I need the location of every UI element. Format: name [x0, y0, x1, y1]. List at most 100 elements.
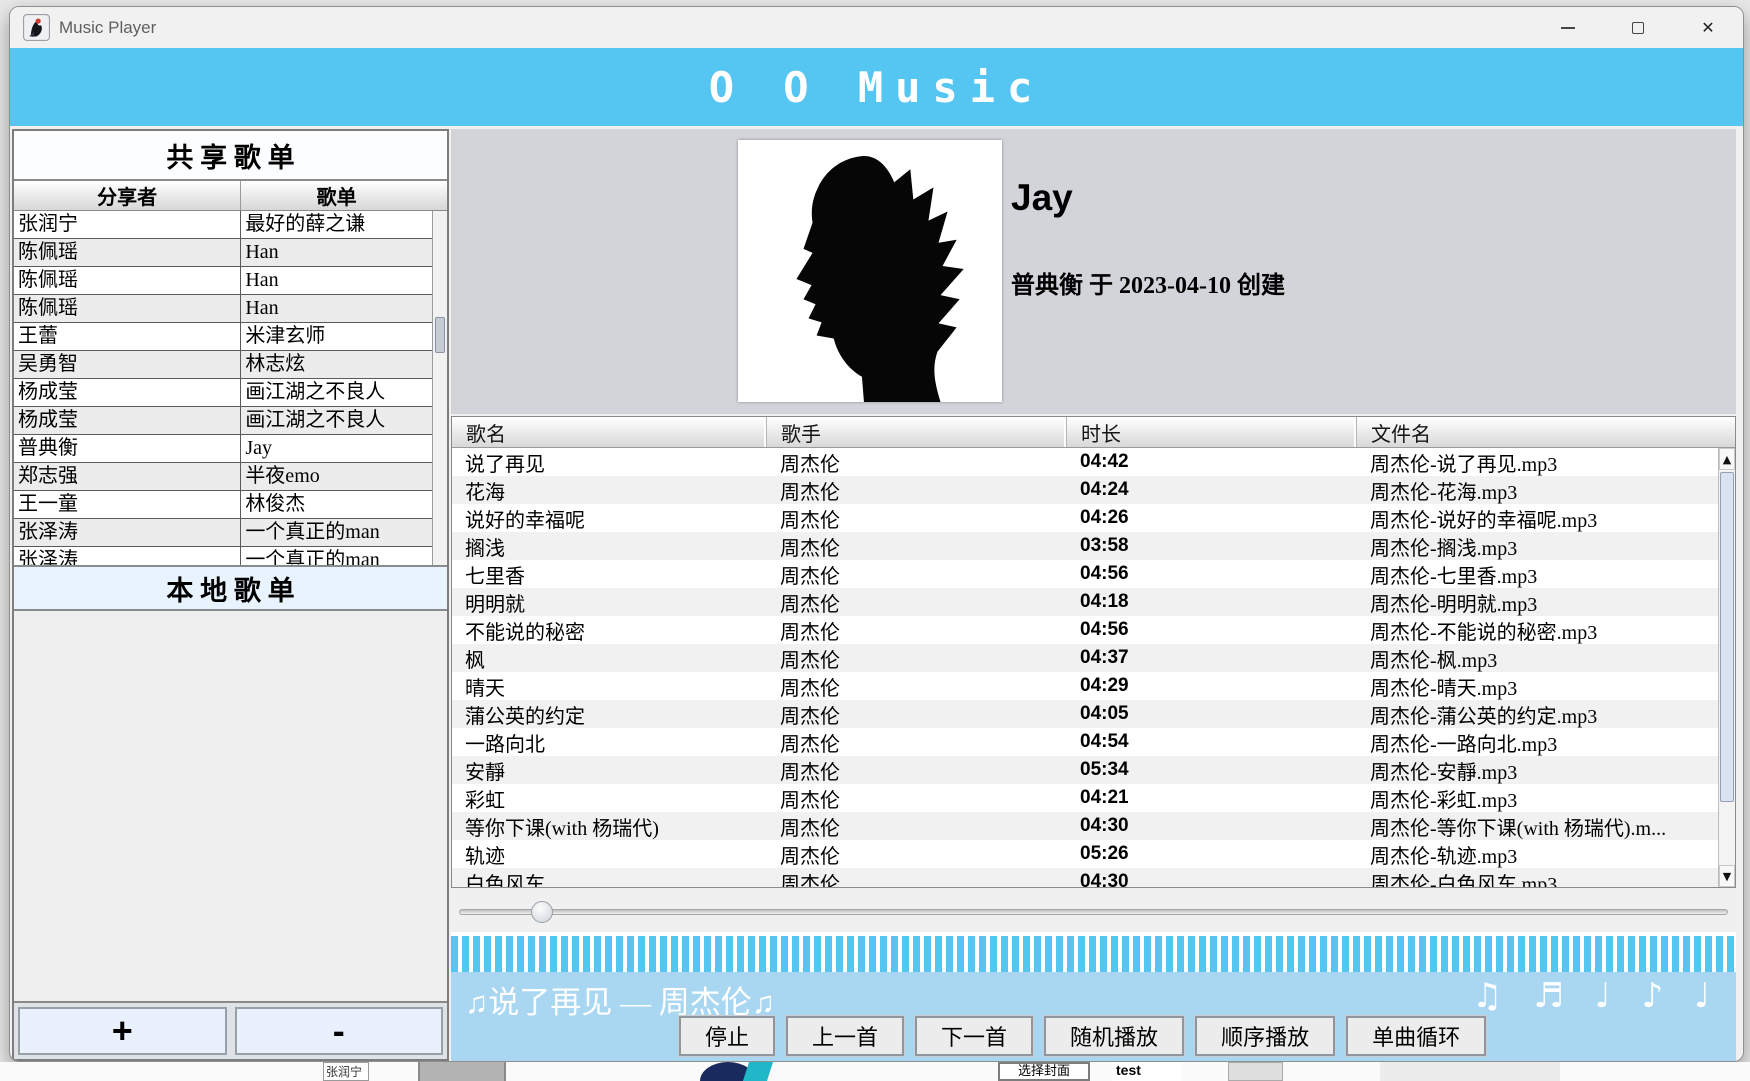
- song-name-cell[interactable]: 不能说的秘密: [452, 616, 767, 645]
- shared-playlist-row[interactable]: 王蕾 米津玄师: [14, 323, 447, 351]
- duration-cell[interactable]: 03:58: [1067, 535, 1357, 557]
- filename-cell[interactable]: 周杰伦-白色风车.mp3: [1357, 868, 1735, 888]
- playlist-name[interactable]: 最好的薛之谦: [241, 211, 447, 238]
- playlist-name[interactable]: Han: [241, 267, 447, 294]
- shared-playlist-row[interactable]: 杨成莹 画江湖之不良人: [14, 407, 447, 435]
- artist-cell[interactable]: 周杰伦: [767, 756, 1067, 785]
- filename-cell[interactable]: 周杰伦-轨迹.mp3: [1357, 840, 1735, 869]
- artist-cell[interactable]: 周杰伦: [767, 532, 1067, 561]
- filename-cell[interactable]: 周杰伦-一路向北.mp3: [1357, 728, 1735, 757]
- column-header-filename[interactable]: 文件名: [1357, 417, 1735, 447]
- duration-cell[interactable]: 04:18: [1067, 591, 1357, 613]
- song-name-cell[interactable]: 说了再见: [452, 448, 767, 477]
- artist-cell[interactable]: 周杰伦: [767, 476, 1067, 505]
- artist-cell[interactable]: 周杰伦: [767, 784, 1067, 813]
- sharer-name[interactable]: 陈佩瑶: [14, 267, 241, 294]
- song-name-cell[interactable]: 七里香: [452, 560, 767, 589]
- scroll-up-icon[interactable]: ▲: [1719, 448, 1735, 470]
- artist-cell[interactable]: 周杰伦: [767, 840, 1067, 869]
- song-name-cell[interactable]: 枫: [452, 644, 767, 673]
- remove-playlist-button[interactable]: -: [235, 1007, 444, 1055]
- song-row[interactable]: 轨迹 周杰伦 05:26 周杰伦-轨迹.mp3: [452, 840, 1735, 868]
- song-row[interactable]: 说了再见 周杰伦 04:42 周杰伦-说了再见.mp3: [452, 448, 1735, 476]
- filename-cell[interactable]: 周杰伦-蒲公英的约定.mp3: [1357, 700, 1735, 729]
- shared-playlist-row[interactable]: 陈佩瑶 Han: [14, 239, 447, 267]
- sharer-name[interactable]: 陈佩瑶: [14, 295, 241, 322]
- filename-cell[interactable]: 周杰伦-枫.mp3: [1357, 644, 1735, 673]
- song-row[interactable]: 花海 周杰伦 04:24 周杰伦-花海.mp3: [452, 476, 1735, 504]
- filename-cell[interactable]: 周杰伦-搁浅.mp3: [1357, 532, 1735, 561]
- artist-cell[interactable]: 周杰伦: [767, 588, 1067, 617]
- artist-cell[interactable]: 周杰伦: [767, 812, 1067, 841]
- artist-cell[interactable]: 周杰伦: [767, 868, 1067, 888]
- shared-playlist-row[interactable]: 陈佩瑶 Han: [14, 267, 447, 295]
- artist-cell[interactable]: 周杰伦: [767, 616, 1067, 645]
- duration-cell[interactable]: 05:26: [1067, 843, 1357, 865]
- artist-cell[interactable]: 周杰伦: [767, 560, 1067, 589]
- sharer-name[interactable]: 吴勇智: [14, 351, 241, 378]
- song-name-cell[interactable]: 白色风车: [452, 868, 767, 888]
- sharer-name[interactable]: 张泽涛: [14, 547, 241, 565]
- playlist-name[interactable]: Jay: [241, 435, 447, 462]
- playlist-name[interactable]: 林俊杰: [241, 491, 447, 518]
- player-control-button[interactable]: 停止: [679, 1016, 775, 1056]
- song-row[interactable]: 安靜 周杰伦 05:34 周杰伦-安靜.mp3: [452, 756, 1735, 784]
- duration-cell[interactable]: 04:26: [1067, 507, 1357, 529]
- scroll-down-icon[interactable]: ▼: [1719, 865, 1735, 887]
- filename-cell[interactable]: 周杰伦-等你下课(with 杨瑞代).m...: [1357, 812, 1735, 841]
- duration-cell[interactable]: 04:56: [1067, 619, 1357, 641]
- sharer-name[interactable]: 陈佩瑶: [14, 239, 241, 266]
- sharer-name[interactable]: 杨成莹: [14, 407, 241, 434]
- song-name-cell[interactable]: 花海: [452, 476, 767, 505]
- song-row[interactable]: 说好的幸福呢 周杰伦 04:26 周杰伦-说好的幸福呢.mp3: [452, 504, 1735, 532]
- shared-playlist-row[interactable]: 郑志强 半夜emo: [14, 463, 447, 491]
- shared-playlist-row[interactable]: 王一童 林俊杰: [14, 491, 447, 519]
- shared-playlist-row[interactable]: 普典衡 Jay: [14, 435, 447, 463]
- player-control-button[interactable]: 随机播放: [1044, 1016, 1184, 1056]
- song-row[interactable]: 蒲公英的约定 周杰伦 04:05 周杰伦-蒲公英的约定.mp3: [452, 700, 1735, 728]
- sharer-name[interactable]: 王一童: [14, 491, 241, 518]
- duration-cell[interactable]: 04:24: [1067, 479, 1357, 501]
- filename-cell[interactable]: 周杰伦-不能说的秘密.mp3: [1357, 616, 1735, 645]
- player-control-button[interactable]: 顺序播放: [1195, 1016, 1335, 1056]
- filename-cell[interactable]: 周杰伦-说了再见.mp3: [1357, 448, 1735, 477]
- add-playlist-button[interactable]: +: [18, 1007, 227, 1055]
- artist-cell[interactable]: 周杰伦: [767, 644, 1067, 673]
- song-name-cell[interactable]: 晴天: [452, 672, 767, 701]
- song-row[interactable]: 晴天 周杰伦 04:29 周杰伦-晴天.mp3: [452, 672, 1735, 700]
- duration-cell[interactable]: 04:42: [1067, 451, 1357, 473]
- playlist-name[interactable]: 米津玄师: [241, 323, 447, 350]
- playlist-name[interactable]: Han: [241, 295, 447, 322]
- song-name-cell[interactable]: 一路向北: [452, 728, 767, 757]
- column-header-duration[interactable]: 时长: [1067, 417, 1357, 447]
- sharer-name[interactable]: 普典衡: [14, 435, 241, 462]
- song-name-cell[interactable]: 蒲公英的约定: [452, 700, 767, 729]
- playlist-name[interactable]: 一个真正的man: [241, 519, 447, 546]
- player-control-button[interactable]: 上一首: [786, 1016, 904, 1056]
- song-scrollbar-thumb[interactable]: [1720, 472, 1734, 802]
- playlist-name[interactable]: 半夜emo: [241, 463, 447, 490]
- playlist-name[interactable]: 画江湖之不良人: [241, 379, 447, 406]
- filename-cell[interactable]: 周杰伦-彩虹.mp3: [1357, 784, 1735, 813]
- song-row[interactable]: 一路向北 周杰伦 04:54 周杰伦-一路向北.mp3: [452, 728, 1735, 756]
- player-control-button[interactable]: 下一首: [915, 1016, 1033, 1056]
- song-table-scrollbar[interactable]: ▲ ▼: [1718, 448, 1735, 887]
- duration-cell[interactable]: 04:05: [1067, 703, 1357, 725]
- artist-cell[interactable]: 周杰伦: [767, 672, 1067, 701]
- sharer-name[interactable]: 张润宁: [14, 211, 241, 238]
- shared-playlist-row[interactable]: 张润宁 最好的薛之谦: [14, 211, 447, 239]
- filename-cell[interactable]: 周杰伦-安靜.mp3: [1357, 756, 1735, 785]
- shared-playlist-row[interactable]: 陈佩瑶 Han: [14, 295, 447, 323]
- playlist-name[interactable]: Han: [241, 239, 447, 266]
- shared-scrollbar-thumb[interactable]: [435, 317, 445, 353]
- duration-cell[interactable]: 04:29: [1067, 675, 1357, 697]
- playlist-name[interactable]: 林志炫: [241, 351, 447, 378]
- choose-cover-button[interactable]: 选择封面: [998, 1062, 1090, 1081]
- filename-cell[interactable]: 周杰伦-说好的幸福呢.mp3: [1357, 504, 1735, 533]
- player-control-button[interactable]: 单曲循环: [1346, 1016, 1486, 1056]
- sharer-name[interactable]: 郑志强: [14, 463, 241, 490]
- song-row[interactable]: 等你下课(with 杨瑞代) 周杰伦 04:30 周杰伦-等你下课(with 杨…: [452, 812, 1735, 840]
- song-name-cell[interactable]: 等你下课(with 杨瑞代): [452, 812, 767, 841]
- playlist-name[interactable]: 画江湖之不良人: [241, 407, 447, 434]
- song-row[interactable]: 白色风车 周杰伦 04:30 周杰伦-白色风车.mp3: [452, 868, 1735, 887]
